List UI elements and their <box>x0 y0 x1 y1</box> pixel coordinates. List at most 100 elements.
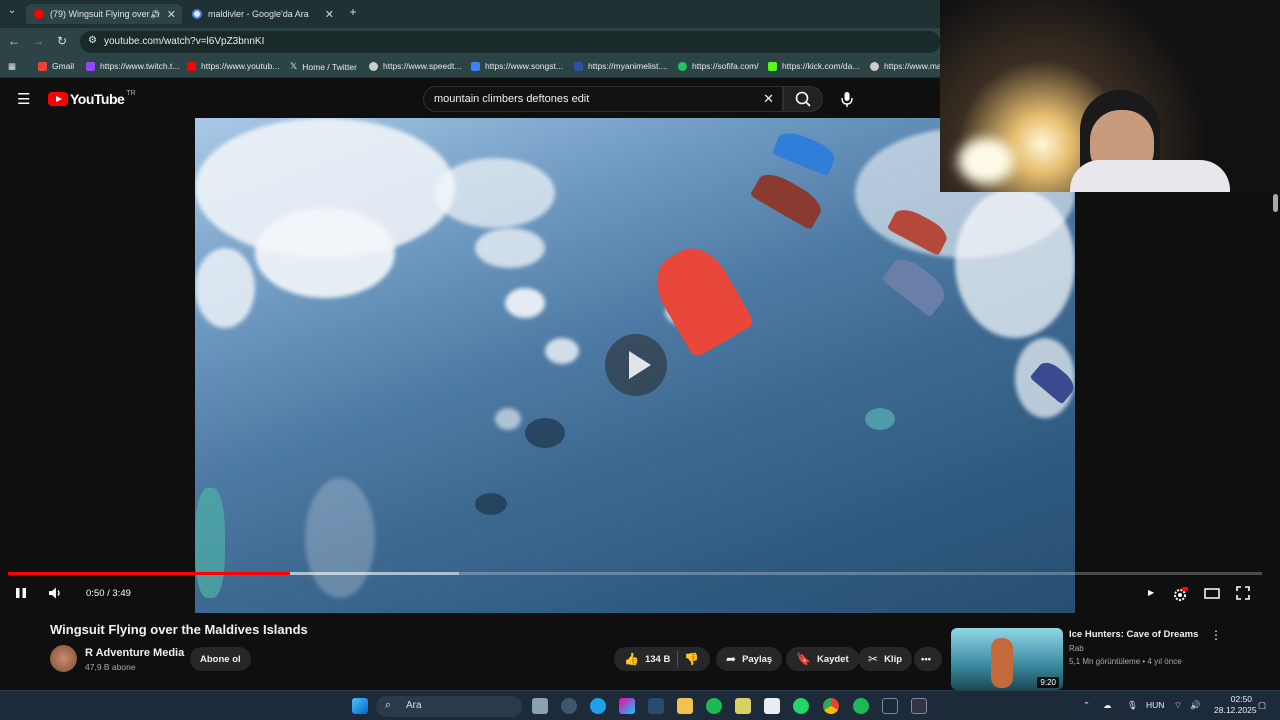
video-player[interactable] <box>195 118 1075 613</box>
subscribe-button[interactable]: Abone ol <box>190 647 251 671</box>
bookmark-ma[interactable]: https://www.ma <box>870 61 942 71</box>
more-vertical-icon[interactable]: ⋮ <box>1210 628 1222 642</box>
channel-name[interactable]: R Adventure Media <box>85 647 184 659</box>
clear-search-icon[interactable]: ✕ <box>763 91 774 107</box>
gear-icon <box>1174 587 1188 601</box>
app-icon[interactable] <box>735 698 751 714</box>
new-tab-icon[interactable]: + <box>345 5 361 19</box>
clip-label: Klip <box>884 653 903 665</box>
fullscreen-button[interactable] <box>1236 586 1250 603</box>
spotify-icon[interactable] <box>853 698 869 714</box>
like-dislike-group: 👍 134 B 👎 <box>614 647 710 671</box>
bookmark-icon: 🔖 <box>796 652 811 666</box>
apps-icon[interactable]: ▦ <box>8 61 16 72</box>
bookmark-youtube[interactable]: https://www.youtub... <box>187 61 279 71</box>
bookmark-twitch[interactable]: https://www.twitch.t... <box>86 61 179 71</box>
tab-google[interactable]: maldivler - Google'da Ara ✕ <box>184 4 340 24</box>
close-tab-icon[interactable]: ✕ <box>167 8 176 21</box>
share-button[interactable]: ➦ Paylaş <box>716 647 783 671</box>
clock[interactable]: 02:50 28.12.2025 <box>1214 694 1257 716</box>
back-icon[interactable]: ← <box>6 34 22 48</box>
video-title: Wingsuit Flying over the Maldives Island… <box>50 622 308 637</box>
wingsuit-flyer-blue <box>771 127 839 177</box>
windows-start-icon[interactable] <box>352 698 368 714</box>
bookmark-speedtest[interactable]: https://www.speedt... <box>369 61 461 71</box>
recommendation-thumbnail[interactable]: 9:20 <box>951 628 1063 690</box>
channel-avatar[interactable] <box>50 645 77 672</box>
clip-button[interactable]: ✂ Klip <box>858 647 913 671</box>
steam-icon[interactable] <box>882 698 898 714</box>
volume-button[interactable] <box>48 586 64 603</box>
recommendation-channel[interactable]: Rab <box>1069 644 1084 653</box>
forward-icon[interactable]: → <box>30 34 46 48</box>
settings-button[interactable] <box>1172 586 1188 605</box>
thumbs-down-icon[interactable]: 👎 <box>684 652 699 666</box>
big-play-button[interactable] <box>605 334 667 396</box>
x-logo-icon: 𝕏 <box>290 61 298 71</box>
like-count[interactable]: 134 B <box>645 654 670 665</box>
search-input[interactable]: mountain climbers deftones edit ✕ <box>423 86 783 112</box>
cloud <box>545 338 579 364</box>
bookmark-songsterr[interactable]: https://www.songst... <box>471 61 563 71</box>
bookmark-label: https://sofifa.com/ <box>692 61 759 71</box>
lamp-light <box>958 138 1014 184</box>
tab-title: maldivler - Google'da Ara <box>208 9 309 19</box>
store-icon[interactable] <box>764 698 780 714</box>
more-actions-button[interactable]: ••• <box>914 647 942 671</box>
clock-date: 28.12.2025 <box>1214 705 1257 715</box>
taskbar-search[interactable]: ⌕ Ara <box>376 696 522 717</box>
autoplay-toggle[interactable]: ▶ <box>1148 588 1154 597</box>
wifi-icon[interactable]: ⌔ <box>1174 700 1182 711</box>
voice-search-button[interactable] <box>834 86 860 112</box>
scrollbar-thumb[interactable] <box>1273 194 1278 212</box>
close-tab-icon[interactable]: ✕ <box>325 8 334 21</box>
youtube-logo[interactable]: YouTube TR <box>48 90 136 107</box>
island-lagoon <box>865 408 895 430</box>
bookmark-label: https://kick.com/da... <box>782 61 860 71</box>
progress-bar[interactable] <box>8 572 1262 575</box>
chrome-icon[interactable] <box>823 698 839 714</box>
search-icon <box>795 91 811 107</box>
volume-icon[interactable]: 🔊 <box>1190 700 1201 711</box>
app-icon[interactable] <box>561 698 577 714</box>
file-explorer-icon[interactable] <box>677 698 693 714</box>
tab-youtube[interactable]: (79) Wingsuit Flying over th 🔊 ✕ <box>26 4 182 24</box>
bookmark-label: https://www.songst... <box>485 61 563 71</box>
site-info-icon[interactable]: ⚙ <box>88 35 97 46</box>
tab-search-chevron-icon[interactable]: ⌄ <box>4 5 20 16</box>
video-duration: 9:20 <box>1037 677 1059 688</box>
pause-button[interactable] <box>14 586 28 603</box>
bookmark-sofifa[interactable]: https://sofifa.com/ <box>678 61 759 71</box>
copilot-icon[interactable] <box>619 698 635 714</box>
whatsapp-icon[interactable] <box>793 698 809 714</box>
steam-icon[interactable] <box>648 698 664 714</box>
time-display: 0:50 / 3:49 <box>86 588 131 599</box>
search-button[interactable] <box>783 86 823 112</box>
reload-icon[interactable]: ↻ <box>54 34 70 48</box>
task-view-icon[interactable] <box>532 698 548 714</box>
onedrive-icon[interactable]: ☁ <box>1103 700 1112 711</box>
address-bar[interactable]: ⚙ youtube.com/watch?v=l6VpZ3bnnKI <box>80 31 940 53</box>
microphone-icon[interactable]: 🎙 <box>1127 700 1138 711</box>
theater-mode-button[interactable] <box>1204 586 1220 603</box>
app-icon[interactable] <box>911 698 927 714</box>
menu-icon[interactable]: ☰ <box>17 90 30 108</box>
spotify-icon[interactable] <box>706 698 722 714</box>
bookmark-kick[interactable]: https://kick.com/da... <box>768 61 859 71</box>
bookmark-myanimelist[interactable]: https://myanimelist.... <box>574 61 668 71</box>
save-button[interactable]: 🔖 Kaydet <box>786 647 859 671</box>
kick-icon <box>768 61 777 71</box>
bookmark-twitter[interactable]: 𝕏 Home / Twitter <box>290 61 357 72</box>
thumbs-up-icon[interactable]: 👍 <box>624 652 639 666</box>
microphone-icon <box>841 92 853 107</box>
language-indicator[interactable]: HUN <box>1146 700 1164 710</box>
notification-icon[interactable]: ▢ <box>1258 700 1266 711</box>
show-hidden-icons-icon[interactable]: ⌃ <box>1083 700 1090 711</box>
bookmark-gmail[interactable]: Gmail <box>38 61 74 71</box>
speaker-icon[interactable]: 🔊 <box>150 10 160 19</box>
page-scrollbar[interactable] <box>1270 192 1280 688</box>
edge-icon[interactable] <box>590 698 606 714</box>
recommendation-meta: 5,1 Mn görüntüleme • 4 yıl önce <box>1069 657 1182 666</box>
recommendation-title[interactable]: Ice Hunters: Cave of Dreams <box>1069 629 1198 640</box>
cloud <box>305 478 375 598</box>
